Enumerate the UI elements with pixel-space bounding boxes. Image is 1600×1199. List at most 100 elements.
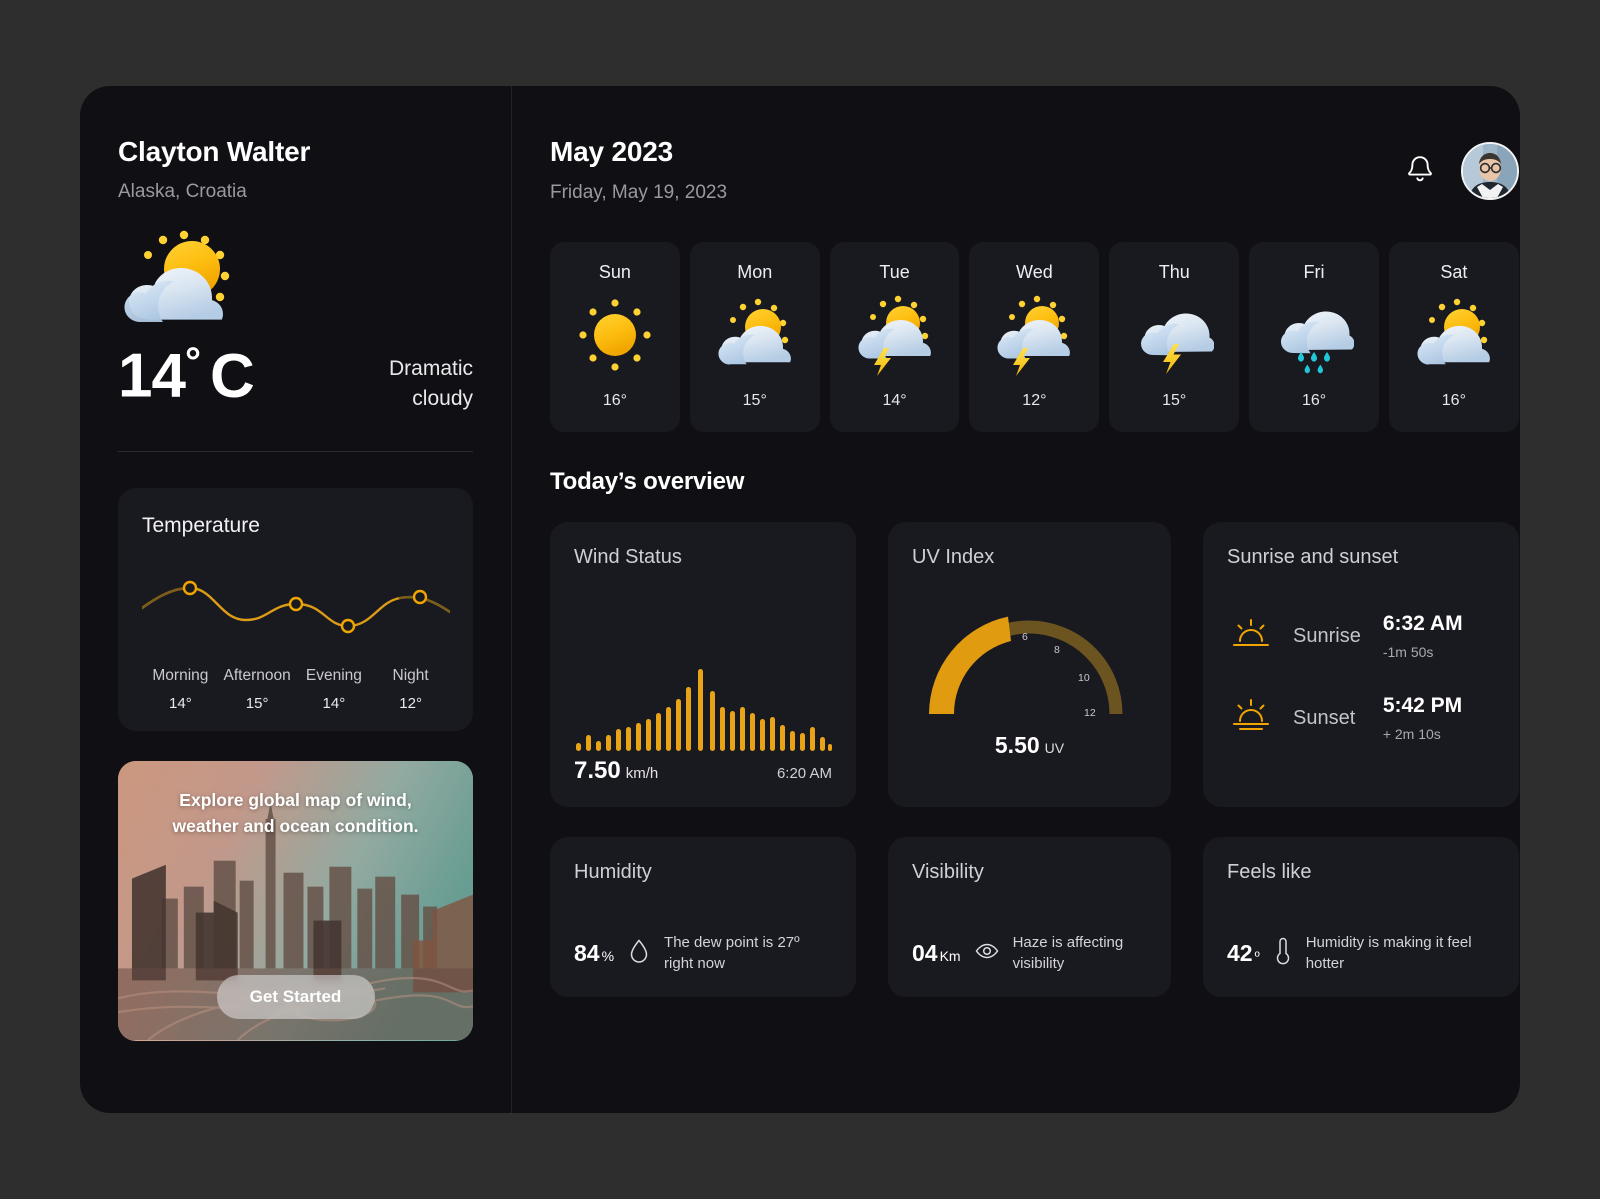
promo-text: Explore global map of wind, weather and …	[172, 789, 419, 837]
day-temp: 16°	[1301, 392, 1327, 409]
day-name: Thu	[1158, 262, 1190, 282]
forecast-day-thu[interactable]: Thu 15°	[1109, 242, 1240, 432]
wind-number: 7.50	[574, 757, 621, 784]
overview-grid: Wind Status 7.50 km/h 6:20 AM Humidity 8…	[550, 522, 1519, 997]
user-name: Clayton Walter	[118, 136, 311, 167]
wind-value: 7.50 km/h	[574, 757, 658, 785]
wind-footer: 7.50 km/h 6:20 AM	[574, 757, 832, 785]
wind-unit: km/h	[625, 765, 659, 782]
cloud-rain-icon	[1274, 294, 1355, 381]
temp-point-label: Night	[392, 666, 429, 684]
overview-col-1: Wind Status 7.50 km/h 6:20 AM Humidity 8…	[550, 522, 856, 997]
month-title: May 2023	[550, 136, 673, 167]
wind-time: 6:20 AM	[776, 765, 832, 782]
temperature-sparkline	[140, 564, 452, 647]
humidity-title: Humidity	[574, 861, 652, 883]
current-temperature: 14° C	[118, 340, 255, 411]
sunset-row: Sunset 5:42 PM + 2m 10s	[1231, 694, 1491, 742]
sunset-icon	[1231, 698, 1271, 738]
humidity-row: 84% The dew point is 27º right now	[574, 932, 832, 976]
thermometer-icon	[1274, 936, 1292, 971]
user-avatar[interactable]	[1460, 142, 1519, 200]
wind-status-card: Wind Status 7.50 km/h 6:20 AM	[550, 522, 856, 807]
forecast-day-mon[interactable]: Mon 15°	[689, 242, 820, 432]
temp-point-morning: Morning 14°	[142, 667, 219, 712]
day-temp: 16°	[1441, 392, 1466, 409]
promo-card[interactable]: Explore global map of wind, weather and …	[118, 760, 473, 1041]
humidity-value: 84%	[574, 940, 614, 967]
sun-cloud-lightning-icon	[992, 294, 1076, 381]
uv-index-card: UV Index 6 8 10 12 5.50 UV	[888, 522, 1171, 807]
overview-title: Today’s overview	[550, 468, 745, 495]
feels-like-unit: º	[1254, 947, 1260, 964]
uv-unit: UV	[1044, 739, 1065, 756]
humidity-card: Humidity 84% The dew point is 27º right …	[550, 837, 856, 997]
sun-cloud-icon	[120, 223, 473, 336]
date-block: May 2023 Friday, May 19, 2023	[550, 136, 727, 204]
wind-status-title: Wind Status	[574, 546, 682, 568]
sunset-time: 5:42 PM	[1382, 694, 1463, 717]
cloud-lightning-icon	[1134, 294, 1215, 381]
humidity-note: The dew point is 27º right now	[664, 933, 800, 973]
temp-point-afternoon: Afternoon 15°	[219, 667, 296, 712]
temperature-card: Temperature Morning 14° Afternoon 15° Ev…	[118, 487, 473, 731]
uv-tick-10: 10	[1078, 672, 1090, 684]
temp-unit: C	[209, 341, 255, 411]
feels-like-value: 42 º	[1227, 940, 1260, 967]
sunrise-icon	[1231, 617, 1271, 656]
temp-point-value: 14°	[322, 694, 346, 712]
forecast-day-tue[interactable]: Tue 14°	[829, 242, 960, 432]
visibility-note: Haze is affecting visibility	[1012, 933, 1124, 973]
get-started-button[interactable]: Get Started	[216, 974, 375, 1019]
feels-like-title: Feels like	[1227, 861, 1312, 883]
uv-value: 5.50 UV	[995, 732, 1064, 759]
visibility-title: Visibility	[912, 861, 984, 883]
temp-point-value: 15°	[245, 694, 269, 712]
day-temp: 15°	[1162, 392, 1187, 409]
temp-point-value: 12°	[399, 694, 422, 712]
day-name: Tue	[879, 262, 910, 282]
temp-point-label: Afternoon	[223, 666, 291, 684]
visibility-card: Visibility 04 Km Haze is affecting visibi…	[888, 837, 1171, 997]
sunrise-label: Sunrise	[1293, 624, 1361, 647]
forecast-day-fri[interactable]: Fri 16°	[1249, 242, 1379, 432]
uv-index-title: UV Index	[912, 546, 995, 568]
day-temp: 12°	[1022, 392, 1047, 409]
sunset-label: Sunset	[1293, 706, 1356, 729]
forecast-day-sun[interactable]: Sun 16°	[550, 242, 680, 432]
humidity-unit: %	[601, 947, 615, 964]
sunrise-times: 6:32 AM -1m 50s	[1383, 612, 1491, 660]
day-name: Mon	[737, 262, 773, 282]
bell-icon[interactable]	[1405, 153, 1435, 190]
sunset-delta: + 2m 10s	[1382, 726, 1441, 742]
temp-point-value: 14°	[169, 694, 192, 712]
sunrise-delta: -1m 50s	[1382, 644, 1434, 660]
full-date: Friday, May 19, 2023	[550, 182, 728, 203]
forecast-day-sat[interactable]: Sat 16°	[1388, 242, 1519, 432]
temp-point-night: Night 12°	[372, 667, 449, 712]
visibility-number: 04	[912, 939, 938, 966]
visibility-value: 04 Km	[912, 940, 961, 967]
temp-value: 14	[118, 341, 186, 411]
sun-icon	[576, 296, 654, 379]
sunset-times: 5:42 PM + 2m 10s	[1383, 694, 1491, 742]
main-header: May 2023 Friday, May 19, 2023	[550, 136, 1519, 204]
feels-like-row: 42 º Humidity is making it feel hotter	[1227, 932, 1495, 976]
day-name: Sun	[598, 262, 631, 282]
overview-col-2: UV Index 6 8 10 12 5.50 UV Visibility 04…	[888, 522, 1171, 997]
temp-point-label: Morning	[152, 666, 209, 684]
droplet-icon	[628, 938, 650, 969]
sunrise-row: Sunrise 6:32 AM -1m 50s	[1231, 612, 1491, 660]
day-temp: 16°	[602, 392, 628, 409]
overview-col-3: Sunrise and sunset Sunrise 6:32 AM -1m 5…	[1203, 522, 1519, 997]
weather-dashboard: Clayton Walter Alaska, Croatia 14° C Dram…	[80, 86, 1520, 1113]
wind-chart	[574, 569, 832, 757]
eye-icon	[975, 942, 999, 965]
uv-gauge: 6 8 10 12 5.50 UV	[912, 569, 1147, 785]
degree-symbol: °	[184, 340, 201, 384]
sidebar: Clayton Walter Alaska, Croatia 14° C Dram…	[80, 86, 512, 1113]
uv-number: 5.50	[994, 731, 1040, 758]
temperature-card-title: Temperature	[142, 513, 260, 537]
forecast-day-wed[interactable]: Wed 12°	[969, 242, 1100, 432]
temp-point-label: Evening	[305, 666, 362, 684]
